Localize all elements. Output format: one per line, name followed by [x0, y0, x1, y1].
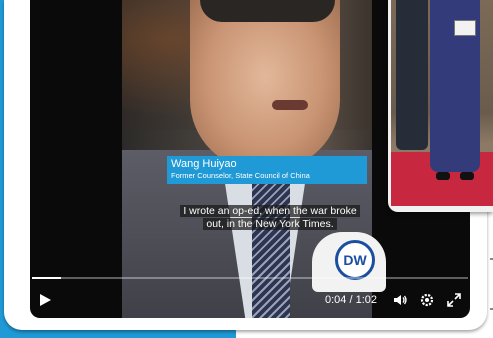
- progress-bar-fill: [32, 277, 61, 279]
- speaker-role: Former Counselor, State Council of China: [171, 171, 310, 180]
- thumbnail-name-badge: [454, 20, 476, 36]
- gear-icon: [420, 293, 434, 307]
- subtitle-line-1: I wrote an op-ed, when the war broke: [180, 205, 360, 217]
- thumbnail-person-left: [396, 0, 428, 150]
- play-icon: [40, 294, 51, 306]
- speaker-mouth: [272, 100, 308, 110]
- thumbnail-shoe-left: [436, 172, 450, 180]
- thumbnail-shoe-right: [460, 172, 474, 180]
- related-photo-thumbnail[interactable]: [388, 0, 493, 212]
- time-display: 0:04 / 1:02: [325, 294, 377, 306]
- fullscreen-button[interactable]: [446, 292, 462, 308]
- subtitle: I wrote an op-ed, when the war broke out…: [170, 205, 370, 231]
- speaker-hair: [200, 0, 335, 22]
- dw-logo: DW: [335, 240, 375, 280]
- speaker-face: [190, 0, 340, 170]
- subtitle-line-2: out, in the New York Times.: [203, 218, 337, 230]
- settings-button[interactable]: [419, 292, 435, 308]
- play-button[interactable]: [37, 292, 53, 308]
- lower-third-caption: Wang Huiyao Former Counselor, State Coun…: [167, 156, 367, 184]
- volume-icon: [394, 295, 407, 305]
- fullscreen-icon: [447, 293, 461, 307]
- volume-button[interactable]: [392, 292, 408, 308]
- progress-bar[interactable]: [32, 277, 468, 279]
- speaker-tie: [252, 175, 290, 318]
- speaker-name: Wang Huiyao: [171, 158, 237, 170]
